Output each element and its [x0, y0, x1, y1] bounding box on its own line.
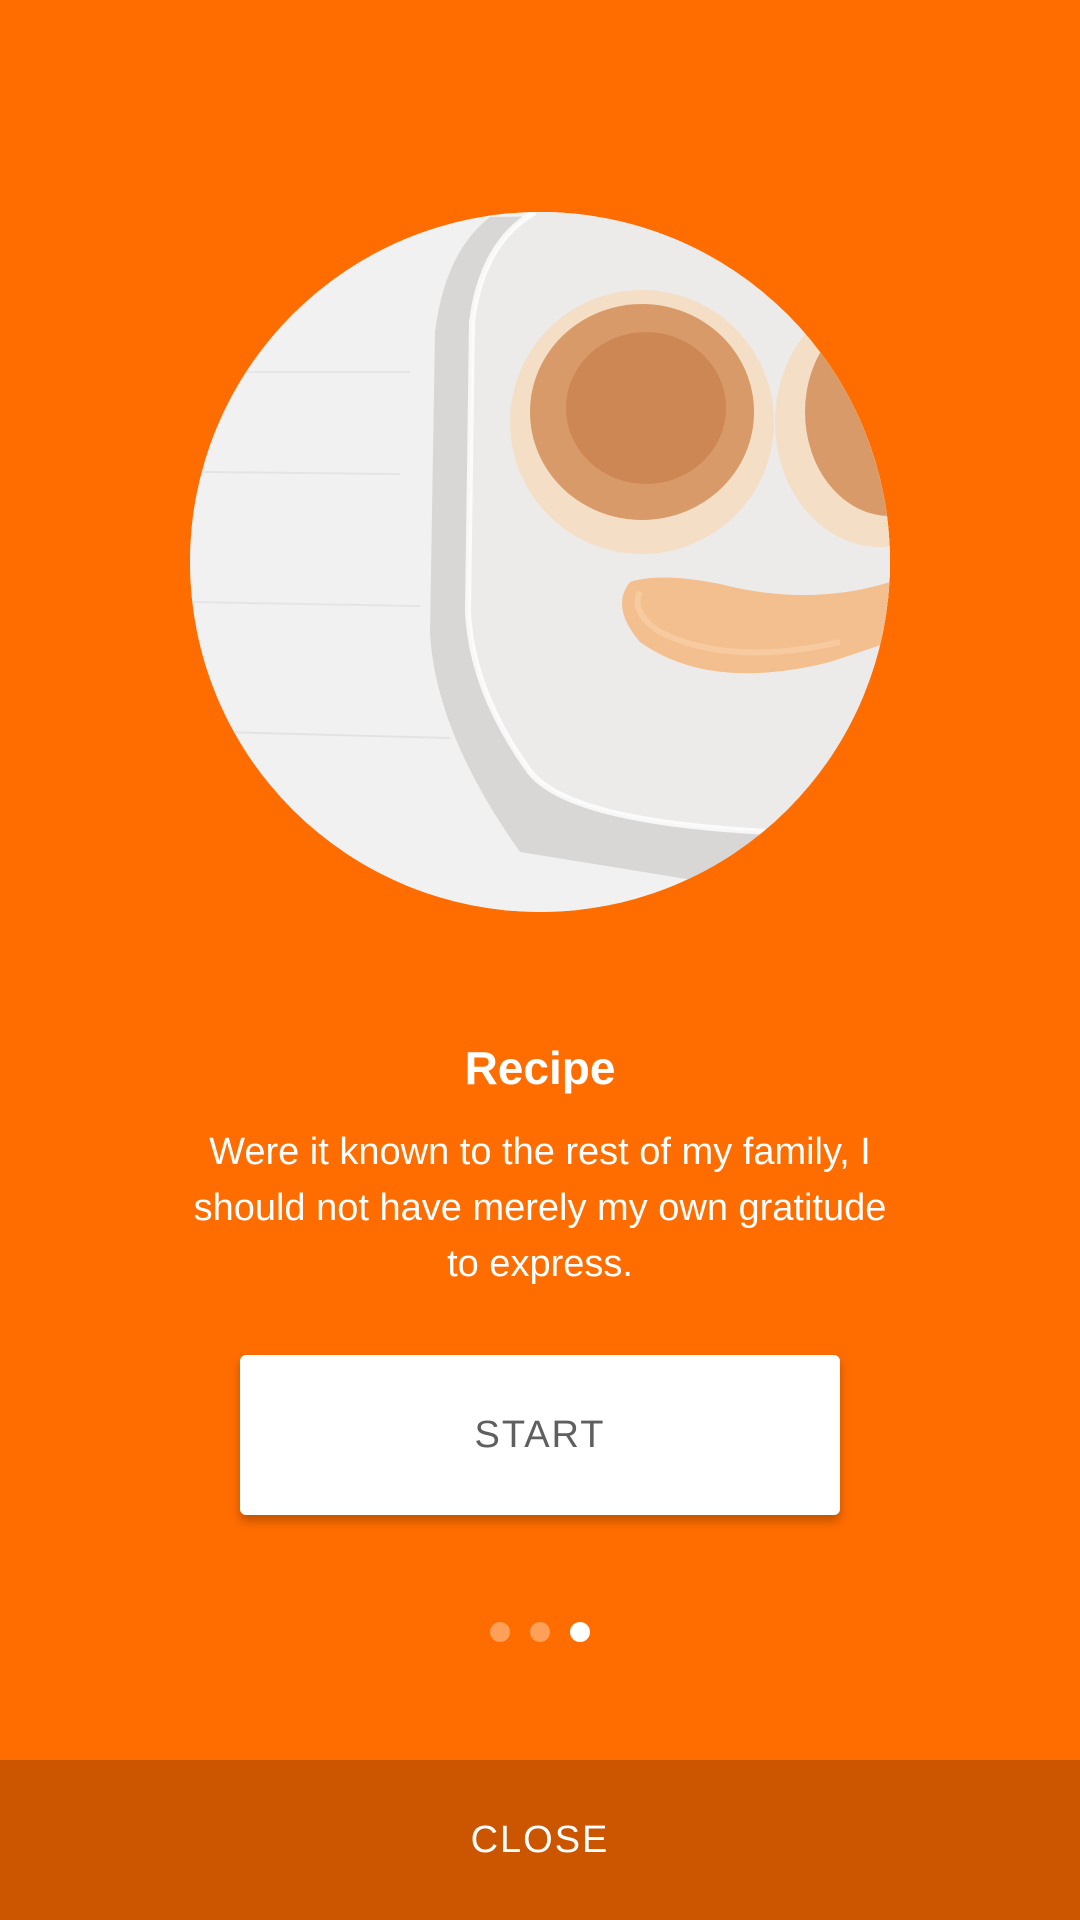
close-button[interactable]: CLOSE — [431, 1799, 650, 1882]
bottom-bar: CLOSE — [0, 1760, 1080, 1920]
onboarding-screen: Recipe Were it known to the rest of my f… — [0, 0, 1080, 1920]
hero-image — [190, 212, 890, 912]
pancake-plate-illustration — [190, 212, 890, 912]
onboarding-description: Were it known to the rest of my family, … — [193, 1131, 887, 1285]
page-dot-1[interactable] — [490, 1622, 510, 1642]
page-indicator — [0, 1622, 1080, 1642]
page-dot-2[interactable] — [530, 1622, 550, 1642]
start-button[interactable]: START — [240, 1355, 840, 1515]
page-dot-3-active[interactable] — [570, 1622, 590, 1642]
onboarding-title: Recipe — [464, 1042, 616, 1094]
